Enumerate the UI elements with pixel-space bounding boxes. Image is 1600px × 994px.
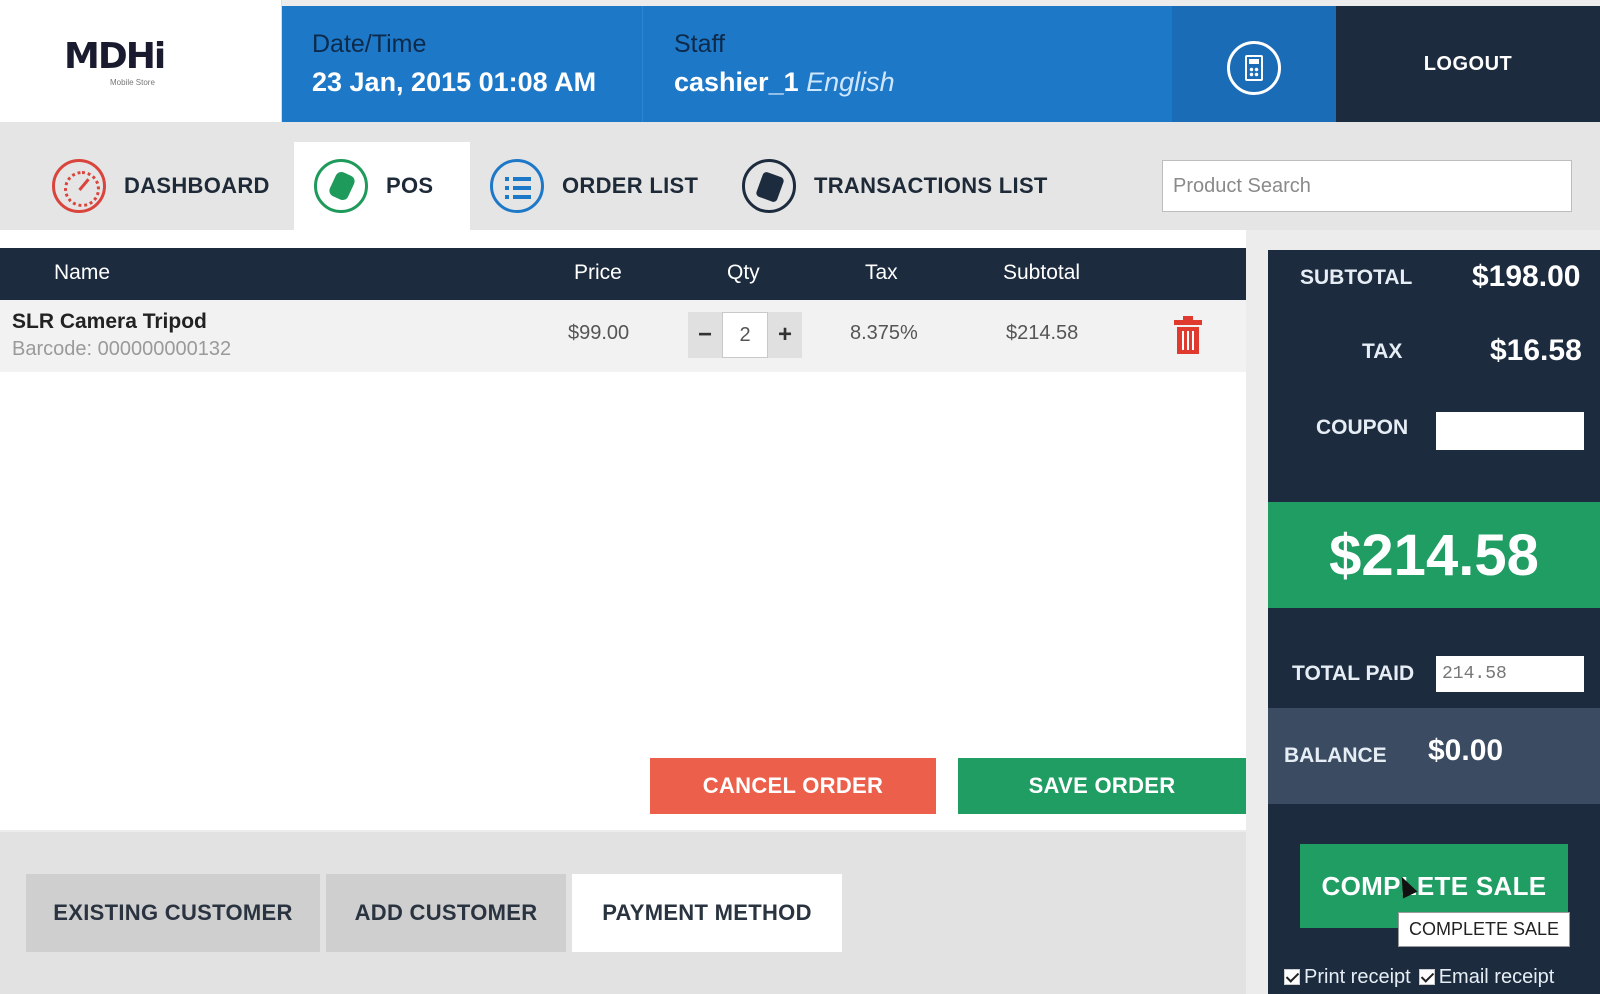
customer-tabs: EXISTING CUSTOMER ADD CUSTOMER PAYMENT M… xyxy=(0,832,1246,994)
logo: MDHi Mobile Store xyxy=(0,0,282,122)
logo-subtext: Mobile Store xyxy=(110,78,155,87)
staff-language[interactable]: English xyxy=(806,67,895,97)
table-row: SLR Camera Tripod Barcode: 000000000132 … xyxy=(0,300,1246,372)
email-receipt-label: Email receipt xyxy=(1438,966,1555,988)
staff-label: Staff xyxy=(674,30,725,58)
qty-input[interactable]: 2 xyxy=(722,312,768,358)
coupon-input[interactable] xyxy=(1436,412,1584,450)
tab-order-list-label: ORDER LIST xyxy=(562,173,699,198)
cancel-order-button[interactable]: CANCEL ORDER xyxy=(650,758,936,814)
item-subtotal: $214.58 xyxy=(1006,322,1079,344)
subtotal-label: SUBTOTAL xyxy=(1300,266,1413,289)
total-paid-label: TOTAL PAID xyxy=(1292,662,1415,685)
calculator-icon xyxy=(1227,41,1281,95)
trash-icon[interactable] xyxy=(1174,316,1202,354)
quantity-stepper: − 2 + xyxy=(688,312,802,358)
tax-label: TAX xyxy=(1362,340,1403,363)
tab-transactions-list[interactable]: TRANSACTIONS LIST xyxy=(742,142,1048,230)
app-header: MDHi Mobile Store Date/Time 23 Jan, 2015… xyxy=(0,0,1600,122)
tab-add-customer[interactable]: ADD CUSTOMER xyxy=(326,874,566,952)
receipt-icon xyxy=(742,159,796,213)
col-subtotal: Subtotal xyxy=(1003,261,1081,284)
col-name: Name xyxy=(54,261,111,284)
balance-label: BALANCE xyxy=(1284,744,1387,767)
cart-table-header: Name Price Qty Tax Subtotal xyxy=(0,248,1246,300)
item-price: $99.00 xyxy=(568,322,630,344)
email-receipt-checkbox[interactable]: Email receipt xyxy=(1418,966,1555,989)
tab-payment-method[interactable]: PAYMENT METHOD xyxy=(572,874,842,952)
tab-transactions-list-label: TRANSACTIONS LIST xyxy=(814,173,1048,198)
col-qty: Qty xyxy=(727,261,760,284)
checkbox-checked-icon xyxy=(1418,969,1435,985)
checkbox-checked-icon xyxy=(1284,969,1300,985)
logout-button[interactable]: LOGOUT xyxy=(1336,6,1600,122)
product-search-input[interactable] xyxy=(1162,160,1572,212)
qty-minus-button[interactable]: − xyxy=(688,312,722,358)
print-receipt-label: Print receipt xyxy=(1304,966,1411,988)
complete-sale-tooltip: COMPLETE SALE xyxy=(1398,912,1571,947)
subtotal-value: $198.00 xyxy=(1472,260,1581,293)
tab-dashboard-label: DASHBOARD xyxy=(124,173,270,198)
datetime-block: Date/Time 23 Jan, 2015 01:08 AM xyxy=(312,30,596,98)
coupon-label: COUPON xyxy=(1316,416,1409,439)
staff-name: cashier_1 xyxy=(674,67,799,97)
item-barcode: Barcode: 000000000132 xyxy=(12,338,232,360)
money-bag-icon xyxy=(314,159,368,213)
calculator-button[interactable] xyxy=(1172,6,1336,122)
col-price: Price xyxy=(574,261,622,284)
total-paid-input[interactable] xyxy=(1436,656,1584,692)
tab-existing-customer[interactable]: EXISTING CUSTOMER xyxy=(26,874,320,952)
tax-value: $16.58 xyxy=(1490,334,1582,367)
header-divider xyxy=(642,6,643,122)
print-receipt-checkbox[interactable]: Print receipt xyxy=(1284,966,1411,989)
col-tax: Tax xyxy=(865,261,898,284)
receipt-options: Print receipt Email receipt xyxy=(1284,966,1554,989)
balance-box: BALANCE $0.00 xyxy=(1268,708,1600,804)
tab-pos-label: POS xyxy=(386,173,434,198)
speedometer-icon xyxy=(52,159,106,213)
tab-pos[interactable]: POS xyxy=(294,142,470,230)
tab-order-list[interactable]: ORDER LIST xyxy=(490,142,698,230)
list-icon xyxy=(490,159,544,213)
qty-plus-button[interactable]: + xyxy=(768,312,802,358)
cart-panel: Name Price Qty Tax Subtotal SLR Camera T… xyxy=(0,230,1246,830)
datetime-label: Date/Time xyxy=(312,30,427,58)
save-order-button[interactable]: SAVE ORDER xyxy=(958,758,1246,814)
item-name: SLR Camera Tripod xyxy=(12,310,207,333)
datetime-value: 23 Jan, 2015 01:08 AM xyxy=(312,67,597,97)
logo-mark: MDHi xyxy=(64,36,166,77)
tab-dashboard[interactable]: DASHBOARD xyxy=(52,142,270,230)
balance-value: $0.00 xyxy=(1428,734,1504,767)
staff-block: Staff cashier_1 English xyxy=(674,30,895,98)
staff-value: cashier_1 English xyxy=(674,67,895,98)
item-tax: 8.375% xyxy=(850,322,918,344)
grand-total: $214.58 xyxy=(1268,502,1600,608)
